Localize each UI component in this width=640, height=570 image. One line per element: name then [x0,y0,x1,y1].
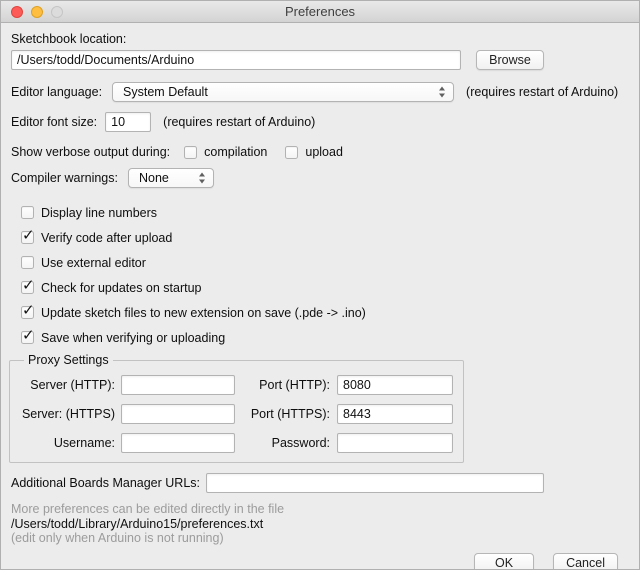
editor-language-note: (requires restart of Arduino) [466,85,618,99]
option-label: Use external editor [41,256,146,270]
option-use-external-editor[interactable]: Use external editor [11,250,629,275]
upload-checkbox-label: upload [305,145,343,159]
option-save-when-verifying[interactable]: Save when verifying or uploading [11,325,629,350]
cancel-button[interactable]: Cancel [553,553,618,570]
password-input[interactable] [337,433,453,453]
editor-font-size-input[interactable] [105,112,151,132]
footer-line-1: More preferences can be edited directly … [11,502,629,517]
minimize-icon[interactable] [31,6,43,18]
editor-language-value: System Default [123,85,208,99]
boards-manager-urls-input[interactable] [206,473,544,493]
title-bar[interactable]: Preferences [1,1,639,23]
checkbox[interactable] [21,256,34,269]
compiler-warnings-select[interactable]: None [128,168,214,188]
server-http-input[interactable] [121,375,235,395]
username-input[interactable] [121,433,235,453]
window-title: Preferences [285,4,355,19]
proxy-settings-group: Proxy Settings Server (HTTP): Port (HTTP… [9,353,464,463]
editor-language-label: Editor language: [11,85,102,99]
editor-font-size-note: (requires restart of Arduino) [163,115,315,129]
port-https-label: Port (HTTPS): [250,407,330,421]
verbose-output-label: Show verbose output during: [11,145,170,159]
option-label: Update sketch files to new extension on … [41,306,366,320]
port-https-input[interactable] [337,404,453,424]
port-http-label: Port (HTTP): [250,378,330,392]
option-update-sketch-files[interactable]: Update sketch files to new extension on … [11,300,629,325]
compilation-checkbox-label: compilation [204,145,267,159]
compilation-checkbox[interactable] [184,146,197,159]
option-verify-code-after-upload[interactable]: Verify code after upload [11,225,629,250]
checkbox[interactable] [21,206,34,219]
password-label: Password: [250,436,330,450]
compiler-warnings-value: None [139,171,169,185]
checkbox[interactable] [21,281,34,294]
sketchbook-location-label: Sketchbook location: [11,31,629,47]
port-http-input[interactable] [337,375,453,395]
preferences-file-path: /Users/todd/Library/Arduino15/preference… [11,517,629,532]
ok-button[interactable]: OK [474,553,534,570]
footer-note: More preferences can be edited directly … [11,502,629,546]
server-http-label: Server (HTTP): [20,378,115,392]
option-label: Verify code after upload [41,231,172,245]
options-list: Display line numbers Verify code after u… [11,200,629,350]
option-check-for-updates[interactable]: Check for updates on startup [11,275,629,300]
stepper-arrows-icon [439,87,446,98]
server-https-input[interactable] [121,404,235,424]
boards-manager-urls-label: Additional Boards Manager URLs: [11,476,200,490]
server-https-label: Server: (HTTPS) [20,407,115,421]
username-label: Username: [20,436,115,450]
checkbox[interactable] [21,306,34,319]
zoom-icon [51,6,63,18]
option-label: Save when verifying or uploading [41,331,225,345]
close-icon[interactable] [11,6,23,18]
option-display-line-numbers[interactable]: Display line numbers [11,200,629,225]
editor-language-select[interactable]: System Default [112,82,454,102]
checkbox[interactable] [21,231,34,244]
preferences-dialog: Preferences Sketchbook location: Browse … [0,0,640,570]
compiler-warnings-label: Compiler warnings: [11,171,118,185]
proxy-settings-legend: Proxy Settings [24,353,113,367]
upload-checkbox[interactable] [285,146,298,159]
browse-button[interactable]: Browse [476,50,544,70]
sketchbook-location-input[interactable] [11,50,461,70]
checkbox[interactable] [21,331,34,344]
window-controls [11,6,63,18]
editor-font-size-label: Editor font size: [11,115,97,129]
footer-line-3: (edit only when Arduino is not running) [11,531,629,546]
option-label: Display line numbers [41,206,157,220]
option-label: Check for updates on startup [41,281,202,295]
stepper-arrows-icon [199,173,206,184]
